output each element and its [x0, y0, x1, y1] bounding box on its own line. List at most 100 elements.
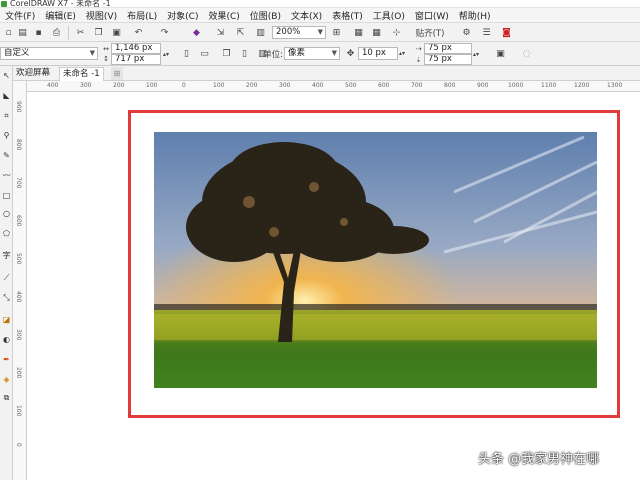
menu-edit[interactable]: 编辑(E) [40, 9, 81, 22]
ruler-tick: 900 [15, 101, 22, 113]
new-document-icon[interactable]: ▫ [2, 26, 15, 39]
ruler-tick: 200 [15, 367, 22, 379]
crop-tool-icon[interactable]: ⌗ [1, 110, 12, 121]
ruler-tick: 300 [279, 82, 291, 89]
tab-untitled-1[interactable]: 未命名 -1 [59, 67, 104, 81]
ellipse-tool-icon[interactable]: ○ [1, 208, 12, 219]
menu-tools[interactable]: 工具(O) [368, 9, 410, 22]
save-icon[interactable]: ▪ [32, 26, 45, 39]
menu-table[interactable]: 表格(T) [327, 9, 368, 22]
ruler-tick: 500 [15, 253, 22, 265]
pick-tool-icon[interactable]: ↖ [1, 70, 12, 81]
print-icon[interactable]: ⎙ [50, 26, 63, 39]
menu-effects[interactable]: 效果(C) [203, 9, 244, 22]
search-content-icon[interactable]: ◆ [190, 26, 203, 39]
chevron-down-icon: ▼ [317, 28, 323, 36]
menu-help[interactable]: 帮助(H) [454, 9, 496, 22]
ruler-tick: 1200 [574, 82, 590, 89]
menu-layout[interactable]: 布局(L) [122, 9, 162, 22]
width-icon: ↔ [103, 44, 109, 53]
zoom-tool-icon[interactable]: ⚲ [1, 130, 12, 141]
polygon-tool-icon[interactable]: ⬠ [1, 228, 12, 239]
artistic-media-icon[interactable]: 〰 [1, 170, 12, 181]
current-page-icon[interactable]: ▯ [238, 47, 251, 60]
ruler-tick: 0 [15, 443, 22, 447]
ruler-tick: 400 [312, 82, 324, 89]
duplicate-y-field[interactable]: 75 px [424, 54, 472, 65]
options-disabled-icon: ◌ [522, 48, 531, 59]
page-preset-select[interactable]: 自定义 ▼ [0, 47, 98, 60]
ruler-tick: 0 [182, 82, 186, 89]
copy-icon[interactable]: ❐ [92, 26, 105, 39]
add-tab-icon[interactable]: ⊞ [111, 67, 123, 80]
menu-object[interactable]: 对象(C) [162, 9, 203, 22]
open-icon[interactable]: ▤ [16, 26, 29, 39]
page-height-field[interactable]: 717 px [111, 54, 161, 65]
rectangle-tool-icon[interactable]: □ [1, 190, 12, 201]
landscape-icon[interactable]: ▭ [198, 47, 211, 60]
duplicate-stepper[interactable]: ▴▾ [472, 43, 480, 65]
ruler-tick: 1100 [541, 82, 557, 89]
show-grid-icon[interactable]: ▦ [370, 26, 383, 39]
text-tool-icon[interactable]: 字 [1, 250, 12, 261]
page-width-field[interactable]: 1,146 px [111, 43, 161, 54]
tab-welcome-screen[interactable]: 欢迎屏幕 [13, 67, 53, 81]
connector-tool-icon[interactable]: ⤡ [1, 292, 12, 303]
application-launcher-icon[interactable]: ☰ [480, 26, 493, 39]
treat-as-filled-icon[interactable]: ▣ [494, 47, 507, 60]
units-select[interactable]: 像素 ▼ [284, 47, 340, 60]
options-icon[interactable]: ⚙ [460, 26, 473, 39]
all-pages-icon[interactable]: ❐ [220, 47, 233, 60]
export-icon[interactable]: ⇱ [234, 26, 247, 39]
separator [68, 26, 69, 40]
size-stepper[interactable]: ▴▾ [162, 43, 170, 65]
shadow-tool-icon[interactable]: ◪ [1, 314, 12, 325]
undo-icon[interactable]: ↶ [132, 26, 145, 39]
menu-text[interactable]: 文本(X) [286, 9, 327, 22]
ruler-tick: 100 [213, 82, 225, 89]
units-value: 像素 [288, 48, 306, 58]
import-icon[interactable]: ⇲ [214, 26, 227, 39]
portrait-icon[interactable]: ▯ [180, 47, 193, 60]
nudge-distance-value: 10 px [362, 48, 386, 58]
shape-tool-icon[interactable]: ◣ [1, 90, 12, 101]
snap-to-menu[interactable]: 贴齐(T) [410, 26, 450, 39]
ruler-tick: 600 [15, 215, 22, 227]
menu-bitmaps[interactable]: 位图(B) [245, 9, 286, 22]
redo-icon[interactable]: ↷ [158, 26, 171, 39]
duplicate-x-field[interactable]: 75 px [424, 43, 472, 54]
property-bar: 自定义 ▼ ↔ 1,146 px ↕ 717 px ▴▾ ▯ ▭ ❐ ▯ ▥ 单… [0, 42, 640, 66]
duplicate-y-icon: ⇣ [415, 55, 422, 64]
zoom-level-select[interactable]: 200% ▼ [272, 26, 326, 39]
menu-bar: 文件(F) 编辑(E) 视图(V) 布局(L) 对象(C) 效果(C) 位图(B… [0, 8, 640, 23]
menu-window[interactable]: 窗口(W) [410, 9, 454, 22]
ruler-tick: 1000 [508, 82, 524, 89]
interactive-fill-icon[interactable]: ◈ [1, 374, 12, 385]
nudge-stepper[interactable]: ▴▾ [398, 47, 406, 60]
smart-fill-icon[interactable]: ⧉ [1, 392, 12, 403]
parallel-dimension-icon[interactable]: ⟋ [1, 272, 12, 283]
nudge-distance-field[interactable]: 10 px [358, 47, 398, 60]
ruler-tick: 200 [246, 82, 258, 89]
menu-view[interactable]: 视图(V) [81, 9, 122, 22]
vertical-ruler[interactable]: 900 800 700 600 500 400 300 200 100 0 [13, 81, 27, 480]
cut-icon[interactable]: ✂ [74, 26, 87, 39]
show-guidelines-icon[interactable]: ⊹ [390, 26, 403, 39]
ruler-tick: 600 [378, 82, 390, 89]
ruler-tick: 200 [113, 82, 125, 89]
welcome-screen-icon[interactable]: ◙ [500, 26, 513, 39]
eyedropper-tool-icon[interactable]: ✒ [1, 354, 12, 365]
freehand-tool-icon[interactable]: ✎ [1, 150, 12, 161]
publish-pdf-icon[interactable]: ▥ [254, 26, 267, 39]
ruler-tick: 500 [345, 82, 357, 89]
duplicate-y-value: 75 px [428, 54, 452, 64]
paste-icon[interactable]: ▣ [110, 26, 123, 39]
show-rulers-icon[interactable]: ▦ [352, 26, 365, 39]
transparency-tool-icon[interactable]: ◐ [1, 334, 12, 345]
tree-sunset-photo[interactable] [154, 132, 597, 388]
horizontal-ruler[interactable]: 400 300 200 100 0 100 200 300 400 500 60… [27, 81, 640, 92]
ruler-tick: 400 [15, 291, 22, 303]
full-screen-icon[interactable]: ⊞ [330, 26, 343, 39]
chevron-down-icon: ▼ [331, 49, 337, 57]
menu-file[interactable]: 文件(F) [0, 9, 40, 22]
